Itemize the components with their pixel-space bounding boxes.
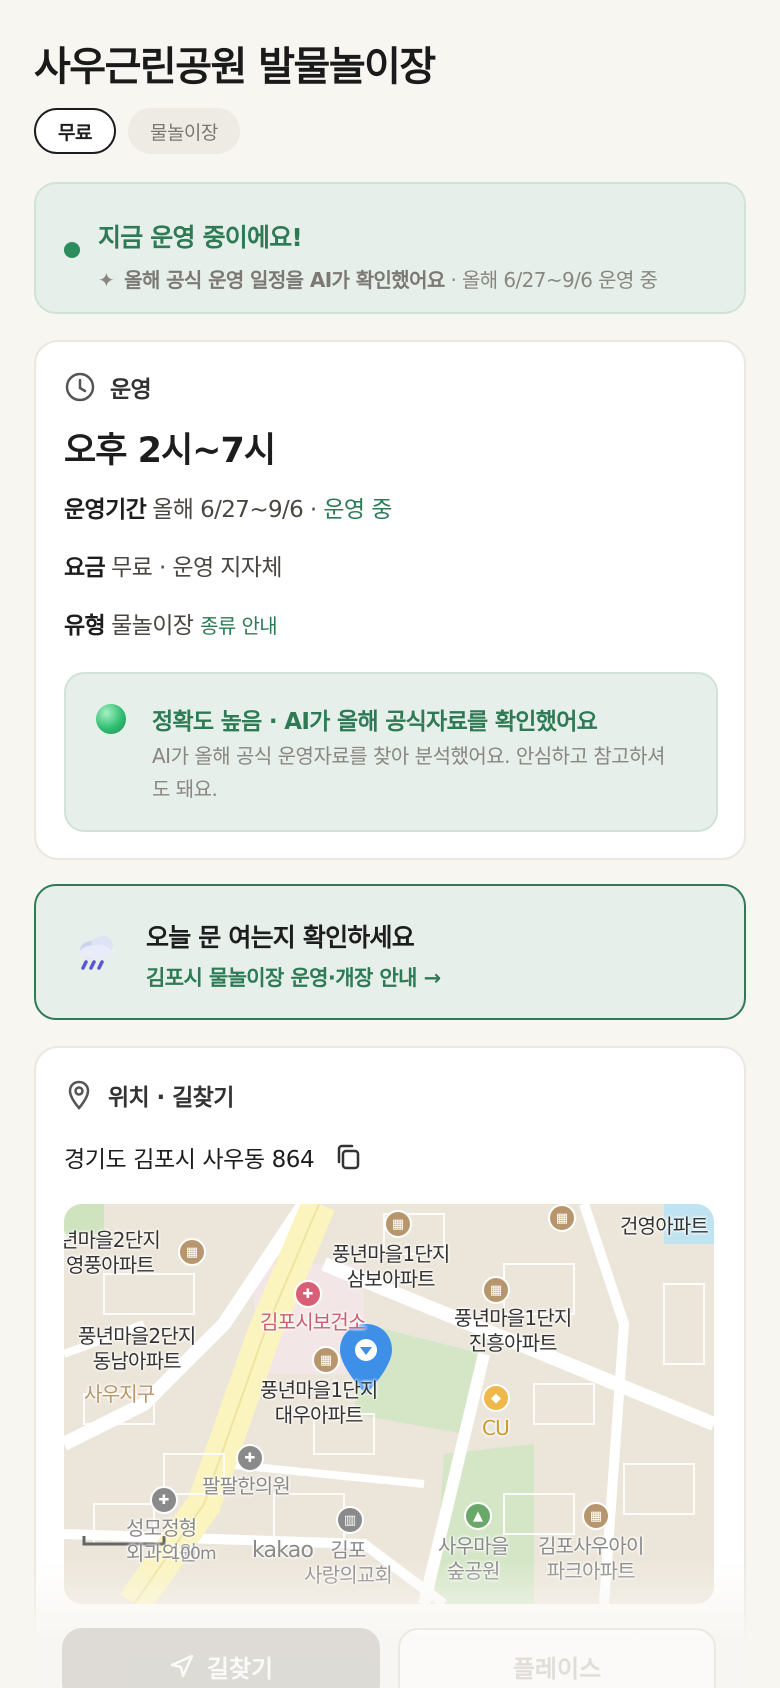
location-pin-icon (68, 1080, 90, 1110)
status-dot-icon (64, 242, 80, 258)
check-open-notice[interactable]: 오늘 문 여는지 확인하세요 김포시 물놀이장 운영·개장 안내 → (34, 884, 746, 1020)
park-poi-icon: ▲ (464, 1502, 492, 1530)
map-label-cu: CU (482, 1416, 510, 1440)
tag-list: 무료 물놀이장 (34, 108, 240, 154)
fee-row: 요금 무료 · 운영 지자체 (64, 548, 282, 582)
navigation-arrow-icon (170, 1654, 194, 1678)
tag-type: 물놀이장 (127, 108, 240, 154)
map-label-ipark: 김포사우아이 파크아파트 (538, 1534, 644, 1583)
operation-section-label: 운영 (110, 377, 152, 403)
apartment-poi-icon: ▦ (548, 1204, 576, 1232)
status-sub-rest: · 올해 6/27~9/6 운영 중 (444, 268, 658, 292)
clock-icon (65, 372, 95, 402)
location-section-label: 위치 · 길찾기 (108, 1085, 234, 1111)
apartment-poi-icon: ▦ (178, 1238, 206, 1266)
kakao-map-logo: kakao (252, 1538, 314, 1563)
operation-card: 운영 오후 2시~7시 운영기간 올해 6/27~9/6 · 운영 중 요금 무료 … (34, 340, 746, 860)
operating-hours: 오후 2시~7시 (64, 431, 276, 471)
church-poi-icon: ▥ (336, 1506, 364, 1534)
clinic-poi-icon: ✚ (236, 1444, 264, 1472)
sparkle-icon: ✦ (98, 268, 115, 292)
notice-link[interactable]: 김포시 물놀이장 운영·개장 안내 → (146, 962, 441, 992)
location-map[interactable]: ▦ ▦ ▦ ▦ ✚ ▦ ◆ ✚ ✚ ▥ ▲ ▦ 년마을2단지 영풍아파트 풍년마… (64, 1204, 714, 1604)
place-button[interactable]: 플레이스 (398, 1628, 716, 1688)
fee-label: 요금 (64, 555, 106, 581)
map-scale-label: 100m (170, 1544, 217, 1564)
map-label-dongnam: 풍년마을2단지 동남아파트 (78, 1324, 196, 1373)
location-card: 위치 · 길찾기 경기도 김포시 사우동 864 ▦ ▦ ▦ ▦ ✚ ▦ ◆ ✚… (34, 1046, 746, 1688)
rain-cloud-icon (80, 936, 113, 970)
type-guide-link[interactable]: 종류 안내 (200, 614, 278, 638)
map-label-jinheung: 풍년마을1단지 진흥아파트 (454, 1306, 572, 1355)
accuracy-title: 정확도 높음 · AI가 올해 공식자료를 확인했어요 (152, 709, 598, 735)
notice-title: 오늘 문 여는지 확인하세요 (146, 923, 415, 952)
apartment-poi-icon: ▦ (482, 1276, 510, 1304)
place-button-label: 플레이스 (512, 1654, 602, 1683)
health-center-poi-icon: ✚ (294, 1280, 322, 1308)
address-row: 경기도 김포시 사우동 864 (64, 1140, 362, 1174)
map-label-health-center: 김포시보건소 (260, 1310, 366, 1334)
type-value: 물놀이장 (111, 613, 194, 639)
address-text: 경기도 김포시 사우동 864 (64, 1147, 315, 1173)
map-label-sambo: 풍년마을1단지 삼보아파트 (332, 1242, 450, 1291)
apartment-poi-icon: ▦ (384, 1210, 412, 1238)
directions-button-label: 길찾기 (206, 1654, 274, 1683)
map-label-gunyoung: 건영아파트 (620, 1214, 709, 1238)
clinic-poi-icon: ✚ (150, 1486, 178, 1514)
map-label-sawoo-district: 사우지구 (84, 1382, 155, 1406)
map-label-youngpoong: 년마을2단지 영풍아파트 (64, 1228, 161, 1277)
ai-orb-icon (96, 704, 126, 734)
status-subtext: ✦ 올해 공식 운영 일정을 AI가 확인했어요 · 올해 6/27~9/6 운영… (98, 264, 658, 293)
map-label-palpal-clinic: 팔팔한의원 (202, 1474, 291, 1498)
operation-section-header: 운영 (64, 370, 152, 404)
fee-value: 무료 · 운영 지자체 (111, 555, 282, 581)
directions-button[interactable]: 길찾기 (62, 1628, 380, 1688)
location-section-header: 위치 · 길찾기 (64, 1078, 234, 1112)
period-row: 운영기간 올해 6/27~9/6 · 운영 중 (64, 490, 392, 524)
type-label: 유형 (64, 613, 106, 639)
convenience-store-poi-icon: ◆ (482, 1384, 510, 1412)
accuracy-box: 정확도 높음 · AI가 올해 공식자료를 확인했어요 AI가 올해 공식 운영… (64, 672, 718, 832)
type-row: 유형 물놀이장 종류 안내 (64, 606, 278, 640)
map-label-forest-park: 사우마을 숲공원 (438, 1534, 509, 1583)
period-status: 운영 중 (323, 497, 392, 523)
map-label-church: 김포 사랑의교회 (304, 1538, 393, 1587)
page-title: 사우근린공원 발물놀이장 (34, 44, 436, 90)
status-headline: 지금 운영 중이에요! (98, 223, 303, 252)
status-sub-bold: 올해 공식 운영 일정을 AI가 확인했어요 (124, 268, 445, 292)
operating-status-banner: 지금 운영 중이에요! ✦ 올해 공식 운영 일정을 AI가 확인했어요 · 올해… (34, 182, 746, 314)
copy-icon[interactable] (334, 1143, 362, 1171)
map-label-daewoo: 풍년마을1단지 대우아파트 (260, 1378, 378, 1427)
period-label: 운영기간 (64, 497, 147, 523)
bottom-action-bar: 길찾기 플레이스 (62, 1628, 716, 1688)
period-value: 올해 6/27~9/6 · (152, 497, 317, 523)
apartment-poi-icon: ▦ (582, 1502, 610, 1530)
accuracy-description: AI가 올해 공식 운영자료를 찾아 분석했어요. 안심하고 참고하셔도 돼요. (152, 744, 665, 801)
apartment-poi-icon: ▦ (312, 1346, 340, 1374)
tag-free: 무료 (34, 108, 116, 154)
